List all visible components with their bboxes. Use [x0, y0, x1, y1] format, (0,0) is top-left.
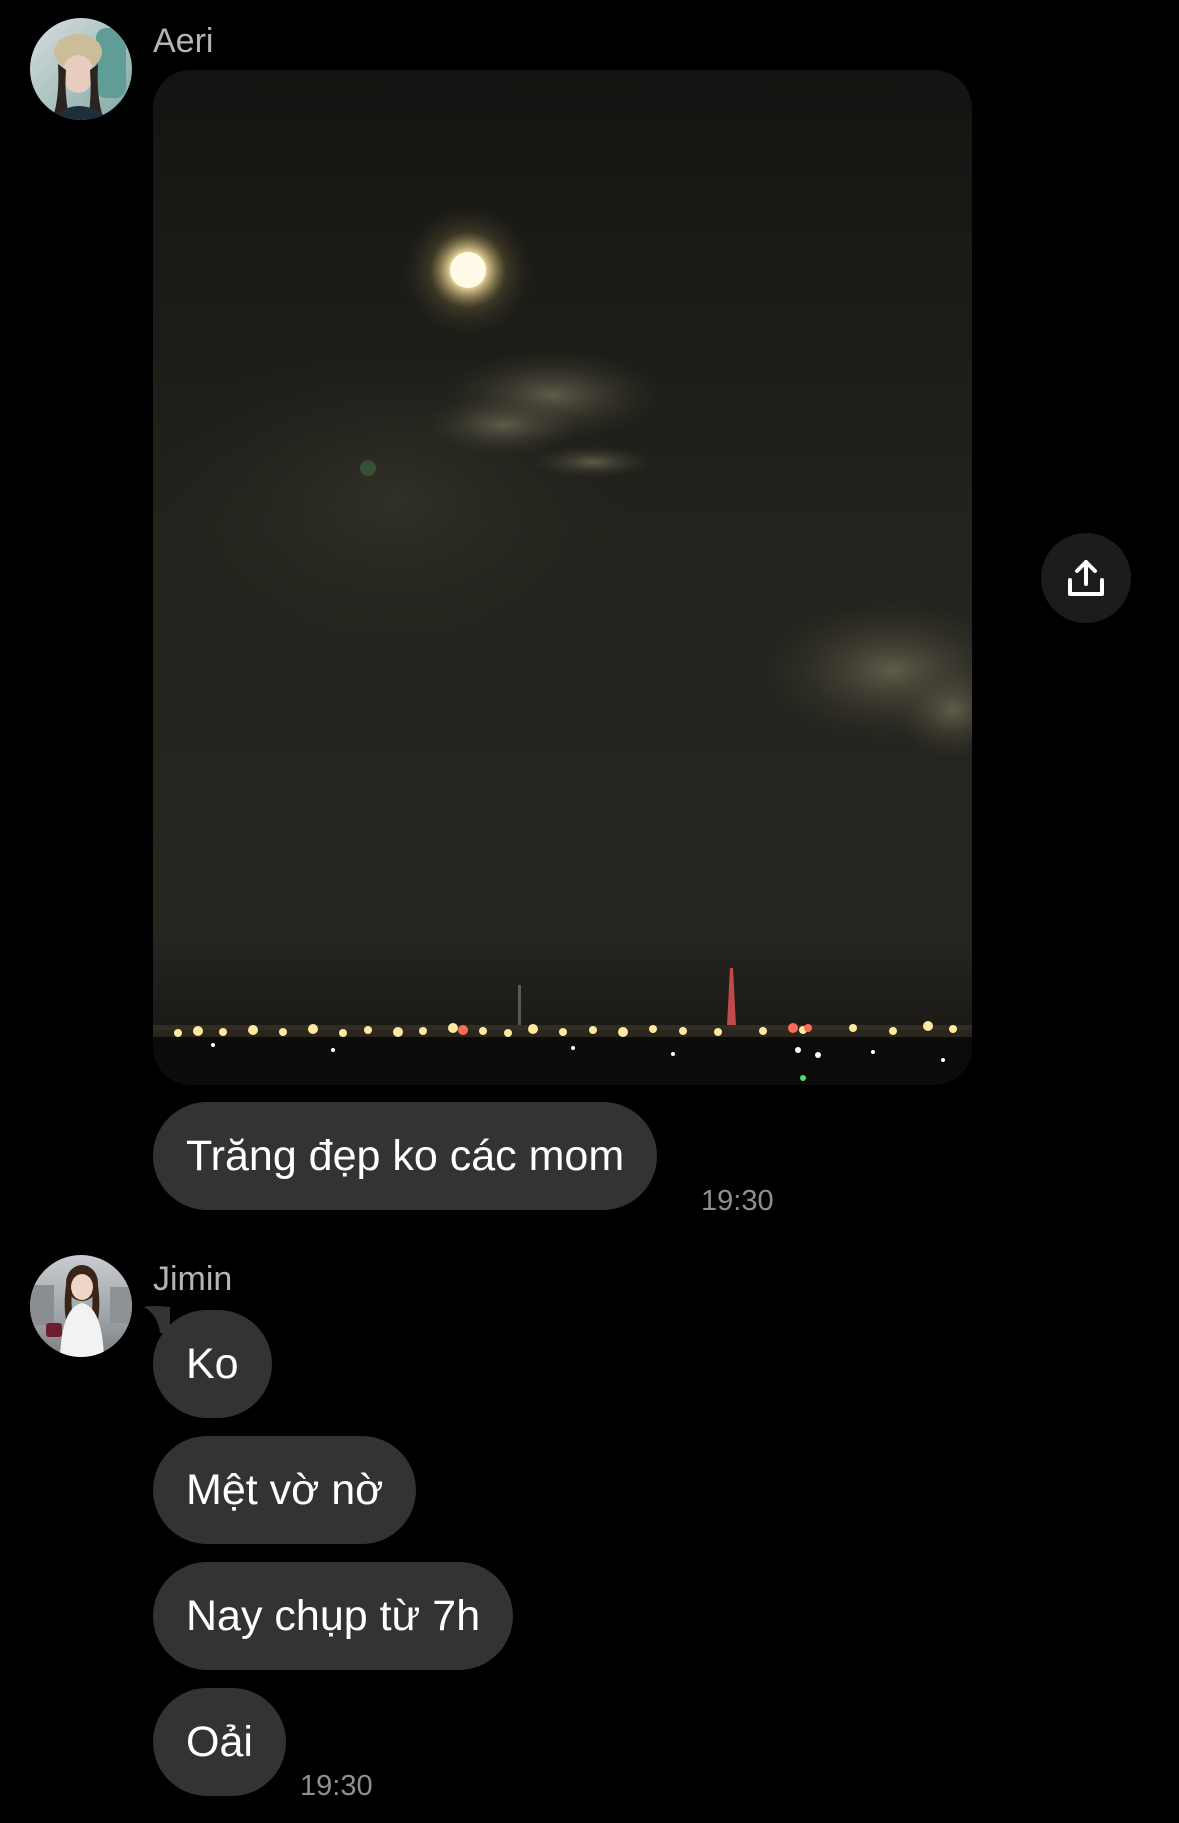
- sender-name: Aeri: [153, 22, 214, 60]
- share-upload-icon: [1068, 560, 1104, 596]
- message-bubble[interactable]: Oải: [153, 1688, 286, 1796]
- shared-photo[interactable]: [153, 70, 972, 1085]
- message-bubble[interactable]: Ko: [153, 1310, 272, 1418]
- avatar-jimin[interactable]: [30, 1255, 132, 1357]
- share-button[interactable]: [1041, 533, 1131, 623]
- message-timestamp: 19:30: [701, 1185, 774, 1217]
- message-timestamp: 19:30: [300, 1770, 373, 1802]
- moon-night-photo: [153, 70, 972, 1085]
- message-bubble[interactable]: Mệt vờ nờ: [153, 1436, 417, 1544]
- avatar-aeri-image: [30, 18, 132, 120]
- sender-name: Jimin: [153, 1260, 233, 1298]
- avatar-aeri[interactable]: [30, 18, 132, 120]
- avatar-jimin-image: [30, 1255, 132, 1357]
- message-bubble[interactable]: Trăng đẹp ko các mom: [153, 1102, 658, 1210]
- message-bubble[interactable]: Nay chụp từ 7h: [153, 1562, 514, 1670]
